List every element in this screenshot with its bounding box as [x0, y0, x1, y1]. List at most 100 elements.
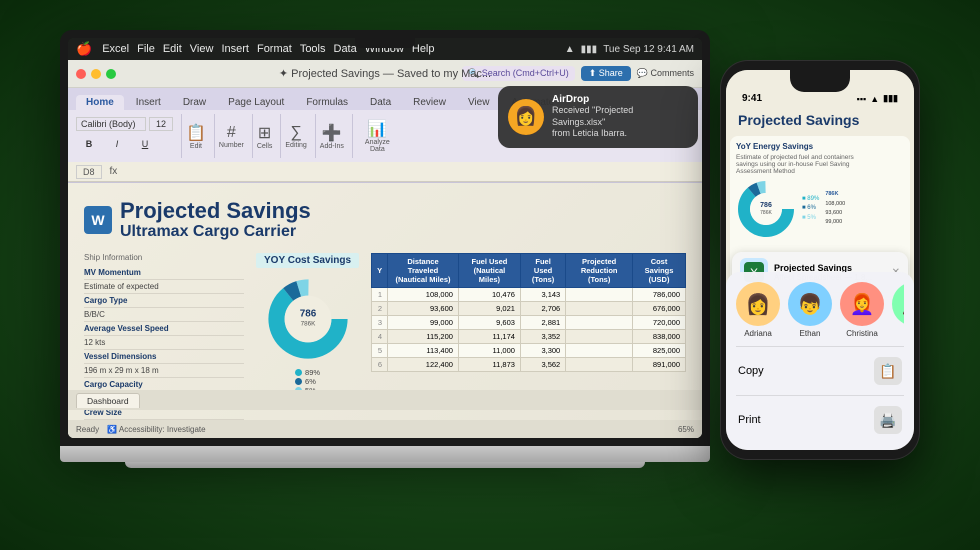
share-option-copy-label: Copy	[738, 365, 764, 377]
svg-text:786K: 786K	[300, 320, 316, 327]
close-button[interactable]	[76, 69, 86, 79]
share-avatar-ethan: 👦	[788, 282, 832, 326]
menu-insert[interactable]: Insert	[221, 43, 249, 55]
iphone-body: 9:41 ▪▪▪ ▲ ▮▮▮ Projected Savings YoY Ene…	[720, 60, 920, 460]
apple-logo-icon[interactable]: 🍎	[76, 41, 92, 57]
iphone-sheet-title: Projected Savings	[726, 108, 914, 132]
savings-table: Y Distance Traveled (Nautical Miles) Fue…	[371, 253, 686, 372]
wifi-icon: ▲	[565, 44, 575, 55]
menu-help[interactable]: Help	[412, 43, 435, 55]
table-row: 6 122,400 11,873 3,562 891,000	[372, 357, 686, 371]
tab-review[interactable]: Review	[403, 95, 456, 110]
clipboard-group: 📋 Edit	[186, 114, 215, 158]
col-distance: Distance Traveled (Nautical Miles)	[388, 253, 459, 287]
menu-bar-right: ▲ ▮▮▮ Tue Sep 12 9:41 AM	[565, 44, 694, 55]
status-bar: Ready ♿ Accessibility: Investigate 65%	[68, 420, 702, 438]
tab-home[interactable]: Home	[76, 95, 124, 110]
col-fuel-used: Fuel Used (Nautical Miles)	[458, 253, 520, 287]
comments-button[interactable]: 💬 Comments	[637, 68, 694, 79]
editing-group: ∑ Editing	[285, 114, 315, 158]
share-avatar-adriana: 👩	[736, 282, 780, 326]
sheet-tab-bar: Dashboard	[68, 390, 702, 410]
share-option-print[interactable]: Print 🖨️	[736, 400, 904, 440]
share-divider-2	[736, 395, 904, 396]
window-controls	[76, 69, 116, 79]
share-name-ethan: Ethan	[800, 329, 821, 338]
doc-title-block: Projected Savings Ultramax Cargo Carrier	[120, 199, 311, 241]
cell-reference[interactable]: D8	[76, 165, 102, 179]
formula-bar: D8 fx	[68, 162, 702, 182]
table-row: 1 108,000 10,476 3,143 786,000	[372, 287, 686, 301]
excel-window: ✦ Projected Savings — Saved to my Mac...…	[68, 60, 702, 438]
tab-view[interactable]: View	[458, 95, 500, 110]
tab-formulas[interactable]: Formulas	[296, 95, 358, 110]
iphone-time: 9:41	[742, 93, 762, 104]
share-name-adriana: Adriana	[744, 329, 772, 338]
share-divider	[736, 346, 904, 347]
share-option-copy[interactable]: Copy 📋	[736, 351, 904, 391]
share-avatar-lia: 👧	[892, 282, 904, 326]
legend-dot-2	[295, 378, 302, 385]
menu-view[interactable]: View	[190, 43, 214, 55]
share-person-ethan[interactable]: 👦 Ethan	[788, 282, 832, 338]
macbook-screen-wrapper: 🍎 Excel File Edit View Insert Format Too…	[60, 30, 710, 446]
italic-button[interactable]: I	[104, 133, 130, 155]
maximize-button[interactable]	[106, 69, 116, 79]
table-row: 2 93,600 9,021 2,706 676,000	[372, 301, 686, 315]
menu-excel[interactable]: Excel	[102, 43, 129, 55]
chart-section: YOY Cost Savings 786 786K	[256, 253, 359, 438]
menu-format[interactable]: Format	[257, 43, 292, 55]
ship-row-speed-val: 12 kts	[84, 336, 244, 350]
table-row: 5 113,400 11,000 3,300 825,000	[372, 343, 686, 357]
bold-button[interactable]: B	[76, 133, 102, 155]
svg-text:786: 786	[299, 308, 316, 319]
menu-data[interactable]: Data	[334, 43, 357, 55]
window-title: ✦ Projected Savings — Saved to my Mac...	[279, 67, 491, 80]
airdrop-avatar: 👩	[508, 99, 544, 135]
ship-info-label: Ship Information	[84, 253, 244, 262]
menu-file[interactable]: File	[137, 43, 155, 55]
tab-data[interactable]: Data	[360, 95, 401, 110]
addins-group: ➕ Add-Ins	[320, 114, 353, 158]
iphone-signal-icon: ▪▪▪	[857, 94, 867, 104]
ship-label-name: MV Momentum	[84, 268, 174, 277]
share-button[interactable]: ⬆ Share	[581, 66, 631, 81]
company-logo-icon: W	[84, 206, 112, 234]
share-person-lia[interactable]: 👧 Lia	[892, 282, 904, 338]
accessibility-status: ♿ Accessibility: Investigate	[107, 425, 205, 434]
zoom-level: 65%	[678, 425, 694, 434]
svg-text:786: 786	[760, 202, 772, 209]
airdrop-notification[interactable]: 👩 AirDrop Received "Projected Savings.xl…	[498, 86, 698, 148]
ship-row-speed: Average Vessel Speed	[84, 322, 244, 336]
table-row: 4 115,200 11,174 3,352 838,000	[372, 329, 686, 343]
iphone-excel-inner: YoY Energy Savings Estimate of projected…	[730, 136, 910, 245]
underline-button[interactable]: U	[132, 133, 158, 155]
iphone-chart-row: 786 786K ■ 89% ■ 6% ■ 5% 786K 108,000 93…	[736, 179, 904, 239]
iphone-excel-desc: Estimate of projected fuel and container…	[736, 154, 904, 175]
table-row: 3 99,000 9,603 2,881 720,000	[372, 315, 686, 329]
font-name-display[interactable]: Calibri (Body)	[76, 117, 146, 131]
tab-draw[interactable]: Draw	[173, 95, 216, 110]
airdrop-body: Received "Projected Savings.xlsx" from L…	[552, 105, 688, 140]
iphone-status-icons: ▪▪▪ ▲ ▮▮▮	[857, 93, 898, 104]
tab-insert[interactable]: Insert	[126, 95, 171, 110]
analyze-data-group: 📊 AnalyzeData	[357, 119, 390, 153]
battery-icon: ▮▮▮	[581, 44, 598, 55]
ship-row-cargo: Cargo Type	[84, 294, 244, 308]
doc-title-sub: Ultramax Cargo Carrier	[120, 223, 311, 241]
share-people-row: 👩 Adriana 👦 Ethan 👩‍🦰 Christina 👧 Lia	[736, 282, 904, 338]
share-person-adriana[interactable]: 👩 Adriana	[736, 282, 780, 338]
share-person-christina[interactable]: 👩‍🦰 Christina	[840, 282, 884, 338]
menu-tools[interactable]: Tools	[300, 43, 326, 55]
sheet-header: W Projected Savings Ultramax Cargo Carri…	[84, 199, 686, 241]
font-size-display[interactable]: 12	[149, 117, 173, 131]
formula-bar-separator: fx	[110, 166, 118, 177]
tab-pagelayout[interactable]: Page Layout	[218, 95, 294, 110]
iphone-chart-labels: ■ 89% ■ 6% ■ 5%	[802, 195, 819, 224]
menu-edit[interactable]: Edit	[163, 43, 182, 55]
share-option-copy-icon: 📋	[874, 357, 902, 385]
minimize-button[interactable]	[91, 69, 101, 79]
airdrop-title: AirDrop	[552, 94, 688, 105]
sheet-tab-dashboard[interactable]: Dashboard	[76, 393, 140, 408]
share-name-christina: Christina	[846, 329, 878, 338]
